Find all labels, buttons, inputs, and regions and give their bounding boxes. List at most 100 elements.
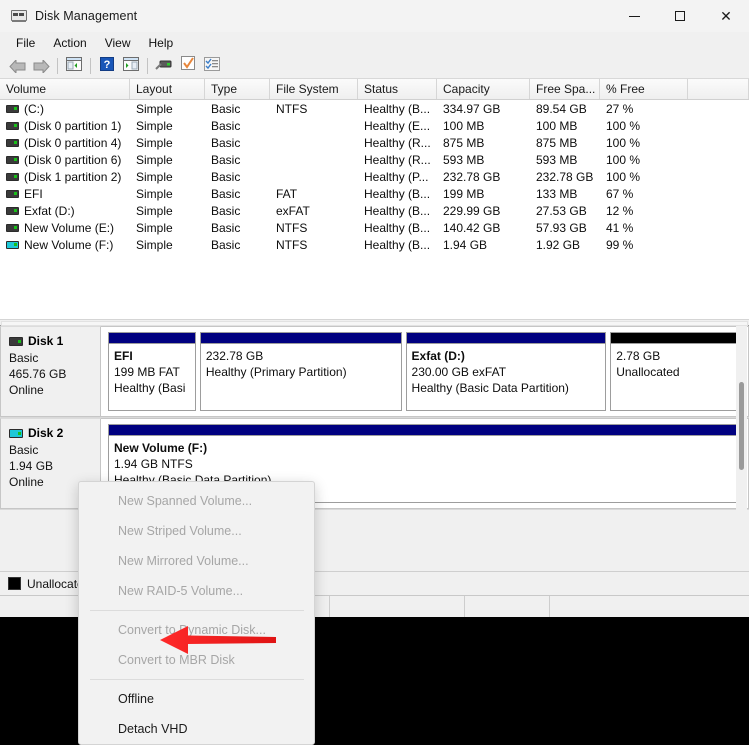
cell-pct: 100 %: [606, 135, 641, 150]
svg-text:?: ?: [104, 59, 111, 71]
table-row[interactable]: (Disk 0 partition 1) Simple Basic Healthy (…: [0, 117, 749, 134]
cell-layout: Simple: [136, 118, 173, 133]
show-hide-console-tree-icon: [66, 56, 82, 76]
scrollbar-thumb[interactable]: [739, 382, 744, 470]
partition-block[interactable]: Exfat (D:) 230.00 GB exFAT Healthy (Basic …: [405, 332, 607, 411]
table-row[interactable]: Exfat (D:) Simple Basic exFAT Healthy (B... 2…: [0, 202, 749, 219]
partition-title: Exfat (D:): [411, 349, 465, 363]
volume-icon: [6, 104, 19, 113]
pane-splitter[interactable]: [0, 319, 749, 326]
menu-view[interactable]: View: [96, 34, 140, 52]
volume-icon: [6, 138, 19, 147]
cell-volume: (Disk 1 partition 2): [0, 170, 130, 184]
cell-free: 89.54 GB: [536, 101, 587, 116]
graphical-view-scrollbar[interactable]: [736, 326, 747, 571]
partition-block[interactable]: 232.78 GB Healthy (Primary Partition): [199, 332, 402, 411]
volume-list[interactable]: Volume Layout Type File System Status Capacit…: [0, 79, 749, 319]
table-row[interactable]: (Disk 0 partition 4) Simple Basic Healthy (…: [0, 134, 749, 151]
menu-new-mirrored-volume: New Mirrored Volume...: [118, 554, 249, 568]
cell-pct: 67 %: [606, 186, 634, 201]
cell-pct: 12 %: [606, 203, 634, 218]
create-vhd-button[interactable]: [176, 55, 200, 77]
cell-filesystem: NTFS: [276, 101, 308, 116]
show-hide-console-tree-button[interactable]: [62, 55, 86, 77]
partition-strip: EFI 199 MB FAT Healthy (Basi 232.78 GB Healt…: [101, 326, 749, 417]
forward-button[interactable]: [29, 55, 53, 77]
cell-capacity: 229.99 GB: [443, 203, 501, 218]
column-header-status[interactable]: Status: [358, 79, 437, 99]
table-row[interactable]: New Volume (F:) Simple Basic NTFS Healthy (B…: [0, 236, 749, 253]
disk-type: Basic: [9, 443, 39, 457]
partition-line-2: Healthy (Basic Data Partition): [411, 381, 569, 395]
disk-header: Disk 1: [9, 334, 100, 348]
column-header-free-spa[interactable]: Free Spa...: [530, 79, 600, 99]
cell-volume: (Disk 0 partition 4): [0, 136, 130, 150]
cell-status: Healthy (B...: [364, 237, 431, 252]
disk-state: Online: [9, 383, 44, 397]
disk-context-menu[interactable]: New Spanned Volume... New Striped Volume.…: [78, 481, 315, 745]
cell-type: Basic: [211, 101, 241, 116]
cell-type: Basic: [211, 135, 241, 150]
partition-line-2: Unallocated: [616, 365, 680, 379]
maximize-button[interactable]: [657, 0, 703, 32]
cell-layout: Simple: [136, 101, 173, 116]
table-row[interactable]: New Volume (E:) Simple Basic NTFS Healthy (B…: [0, 219, 749, 236]
cell-capacity: 140.42 GB: [443, 220, 501, 235]
volume-list-body: (C:) Simple Basic NTFS Healthy (B... 334.97 G…: [0, 100, 749, 253]
disk-row[interactable]: Disk 1 Basic 465.76 GB Online EFI 199 MB FAT H…: [0, 326, 749, 418]
cell-filesystem: exFAT: [276, 203, 310, 218]
table-row[interactable]: EFI Simple Basic FAT Healthy (B... 199 MB 133 …: [0, 185, 749, 202]
menu-help[interactable]: Help: [140, 34, 183, 52]
partition-line-1: 2.78 GB: [616, 349, 661, 363]
menu-action[interactable]: Action: [44, 34, 95, 52]
minimize-button[interactable]: [611, 0, 657, 32]
cell-free: 27.53 GB: [536, 203, 587, 218]
cell-free: 593 MB: [536, 152, 578, 167]
cell-filesystem: NTFS: [276, 237, 308, 252]
help-button[interactable]: ?: [95, 55, 119, 77]
toolbar: ?: [0, 54, 749, 79]
menu-file[interactable]: File: [7, 34, 44, 52]
table-row[interactable]: (Disk 1 partition 2) Simple Basic Healthy (…: [0, 168, 749, 185]
menu-offline[interactable]: Offline: [79, 684, 314, 714]
menu-new-raid5-volume: New RAID-5 Volume...: [118, 584, 244, 598]
partition-line-1: 232.78 GB: [205, 349, 264, 363]
cell-capacity: 199 MB: [443, 186, 485, 201]
partition-details: EFI 199 MB FAT Healthy (Basi: [109, 344, 195, 410]
disk-name: Disk 2: [28, 426, 64, 440]
column-header-file-system[interactable]: File System: [270, 79, 358, 99]
properties-button[interactable]: [200, 55, 224, 77]
column-header--free[interactable]: % Free: [600, 79, 688, 99]
table-row[interactable]: (C:) Simple Basic NTFS Healthy (B... 334.97 G…: [0, 100, 749, 117]
cell-text: (Disk 0 partition 6): [24, 152, 122, 167]
cell-status: Healthy (B...: [364, 220, 431, 235]
partition-block[interactable]: 2.78 GB Unallocated: [610, 332, 742, 411]
rescan-disks-button[interactable]: [152, 55, 176, 77]
cell-capacity: 232.78 GB: [443, 169, 501, 184]
volume-icon: [6, 240, 19, 249]
column-header-capacity[interactable]: Capacity: [437, 79, 530, 99]
close-button[interactable]: ✕: [703, 0, 749, 32]
back-button[interactable]: [5, 55, 29, 77]
context-menu-items: New Spanned Volume... New Striped Volume.…: [79, 486, 314, 744]
column-header-type[interactable]: Type: [205, 79, 270, 99]
menu-detach-vhd[interactable]: Detach VHD: [79, 714, 314, 744]
partition-block[interactable]: EFI 199 MB FAT Healthy (Basi: [108, 332, 196, 411]
disk-name: Disk 1: [28, 334, 64, 348]
disk-info-disk-1[interactable]: Disk 1 Basic 465.76 GB Online: [0, 326, 101, 417]
cell-pct: 41 %: [606, 220, 634, 235]
partition-color-bar: [109, 425, 741, 436]
show-action-pane-button[interactable]: [119, 55, 143, 77]
menu-bar: File Action View Help: [0, 32, 749, 54]
partition-title: EFI: [114, 349, 133, 363]
column-header-blank[interactable]: [688, 79, 749, 99]
column-header-volume[interactable]: Volume: [0, 79, 130, 99]
table-row[interactable]: (Disk 0 partition 6) Simple Basic Healthy (…: [0, 151, 749, 168]
column-header-layout[interactable]: Layout: [130, 79, 205, 99]
partition-details: 2.78 GB Unallocated: [611, 344, 741, 410]
help-icon: ?: [100, 56, 114, 76]
cell-free: 133 MB: [536, 186, 578, 201]
create-vhd-icon: [180, 56, 196, 76]
status-segment-2: [330, 596, 465, 617]
window-title: Disk Management: [35, 9, 138, 23]
